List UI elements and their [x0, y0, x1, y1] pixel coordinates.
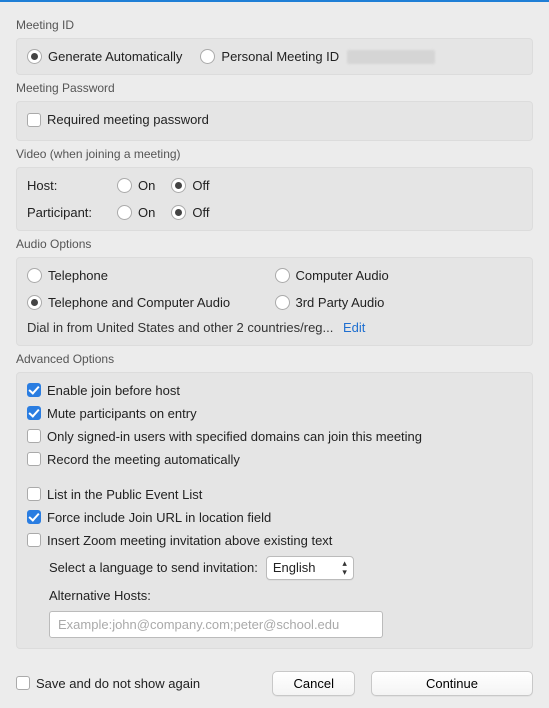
checkbox-label: Only signed-in users with specified doma…: [47, 429, 422, 444]
radio-label: Generate Automatically: [48, 49, 182, 64]
radio-dot-icon: [275, 295, 290, 310]
meeting-password-label: Meeting Password: [16, 81, 533, 95]
language-value: English: [273, 560, 316, 575]
checkbox-save-do-not-show[interactable]: Save and do not show again: [16, 676, 200, 691]
checkbox-label: Required meeting password: [47, 112, 209, 127]
radio-dot-icon: [171, 205, 186, 220]
checkbox-icon: [27, 429, 41, 443]
radio-label: Off: [192, 178, 209, 193]
footer: Save and do not show again Cancel Contin…: [0, 661, 549, 708]
meeting-password-panel: Required meeting password: [16, 101, 533, 141]
checkbox-label: Record the meeting automatically: [47, 452, 240, 467]
radio-third-party-audio[interactable]: 3rd Party Audio: [275, 295, 523, 310]
radio-label: On: [138, 178, 155, 193]
checkbox-label: Force include Join URL in location field: [47, 510, 271, 525]
radio-label: Telephone and Computer Audio: [48, 295, 230, 310]
checkbox-required-password[interactable]: Required meeting password: [27, 112, 209, 127]
checkbox-label: Mute participants on entry: [47, 406, 197, 421]
checkbox-label: List in the Public Event List: [47, 487, 202, 502]
radio-dot-icon: [27, 295, 42, 310]
checkbox-icon: [16, 676, 30, 690]
radio-personal-meeting-id[interactable]: Personal Meeting ID: [200, 49, 435, 64]
radio-dot-icon: [27, 268, 42, 283]
edit-dialin-link[interactable]: Edit: [343, 320, 365, 335]
radio-computer-audio[interactable]: Computer Audio: [275, 268, 523, 283]
checkbox-icon: [27, 510, 41, 524]
radio-label: Computer Audio: [296, 268, 389, 283]
radio-dot-icon: [117, 205, 132, 220]
audio-label: Audio Options: [16, 237, 533, 251]
alt-hosts-input[interactable]: [49, 611, 383, 638]
radio-generate-automatically[interactable]: Generate Automatically: [27, 49, 182, 64]
radio-telephone-and-computer[interactable]: Telephone and Computer Audio: [27, 295, 275, 310]
host-label: Host:: [27, 178, 117, 193]
radio-dot-icon: [275, 268, 290, 283]
checkbox-icon: [27, 113, 41, 127]
radio-dot-icon: [117, 178, 132, 193]
language-label: Select a language to send invitation:: [49, 560, 258, 575]
checkbox-force-join-url[interactable]: Force include Join URL in location field: [27, 510, 522, 525]
video-panel: Host: On Off Participant: On: [16, 167, 533, 231]
radio-participant-on[interactable]: On: [117, 205, 155, 220]
checkbox-only-signed-in[interactable]: Only signed-in users with specified doma…: [27, 429, 522, 444]
radio-label: On: [138, 205, 155, 220]
video-label: Video (when joining a meeting): [16, 147, 533, 161]
checkbox-mute-participants-on-entry[interactable]: Mute participants on entry: [27, 406, 522, 421]
alt-hosts-label: Alternative Hosts:: [49, 588, 522, 603]
dialin-text: Dial in from United States and other 2 c…: [27, 320, 333, 335]
checkbox-icon: [27, 406, 41, 420]
checkbox-icon: [27, 487, 41, 501]
meeting-id-label: Meeting ID: [16, 18, 533, 32]
pmi-value-obscured: [347, 50, 435, 64]
radio-dot-icon: [200, 49, 215, 64]
meeting-id-panel: Generate Automatically Personal Meeting …: [16, 38, 533, 75]
radio-host-off[interactable]: Off: [171, 178, 209, 193]
participant-label: Participant:: [27, 205, 117, 220]
checkbox-public-event-list[interactable]: List in the Public Event List: [27, 487, 522, 502]
radio-participant-off[interactable]: Off: [171, 205, 209, 220]
radio-dot-icon: [27, 49, 42, 64]
checkbox-enable-join-before-host[interactable]: Enable join before host: [27, 383, 522, 398]
advanced-panel: Enable join before host Mute participant…: [16, 372, 533, 649]
radio-label: Telephone: [48, 268, 108, 283]
radio-dot-icon: [171, 178, 186, 193]
advanced-label: Advanced Options: [16, 352, 533, 366]
checkbox-icon: [27, 452, 41, 466]
audio-panel: Telephone Computer Audio Telephone and C…: [16, 257, 533, 346]
language-select[interactable]: English ▴▾: [266, 556, 354, 580]
radio-label: 3rd Party Audio: [296, 295, 385, 310]
checkbox-label: Insert Zoom meeting invitation above exi…: [47, 533, 332, 548]
checkbox-label: Enable join before host: [47, 383, 180, 398]
checkbox-record-automatically[interactable]: Record the meeting automatically: [27, 452, 522, 467]
radio-telephone[interactable]: Telephone: [27, 268, 275, 283]
radio-host-on[interactable]: On: [117, 178, 155, 193]
radio-label: Off: [192, 205, 209, 220]
radio-label: Personal Meeting ID: [221, 49, 339, 64]
checkbox-icon: [27, 533, 41, 547]
checkbox-icon: [27, 383, 41, 397]
checkbox-insert-invitation[interactable]: Insert Zoom meeting invitation above exi…: [27, 533, 522, 548]
checkbox-label: Save and do not show again: [36, 676, 200, 691]
chevron-updown-icon: ▴▾: [342, 559, 347, 577]
